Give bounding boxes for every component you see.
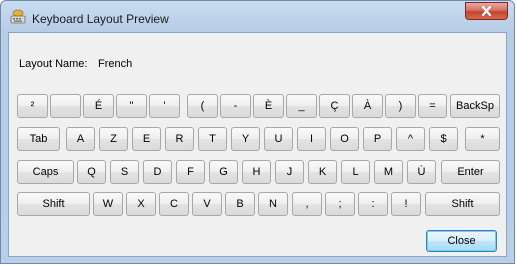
key-asterisk[interactable]: *: [465, 127, 500, 151]
key-j[interactable]: J: [275, 160, 304, 184]
key-exclamation[interactable]: !: [391, 192, 421, 216]
dialog-body: Layout Name: French ² É " ' ( - È _ Ç À …: [8, 32, 507, 257]
key-semicolon[interactable]: ;: [325, 192, 355, 216]
key-k[interactable]: K: [308, 160, 337, 184]
key-c-cedilla[interactable]: Ç: [319, 94, 350, 118]
key-underscore[interactable]: _: [286, 94, 317, 118]
key-f[interactable]: F: [176, 160, 205, 184]
key-equals[interactable]: =: [418, 94, 447, 118]
key-hyphen[interactable]: -: [220, 94, 251, 118]
key-superscript-two[interactable]: ²: [17, 94, 48, 118]
title-bar[interactable]: Keyboard Layout Preview: [1, 1, 514, 33]
key-a[interactable]: A: [66, 127, 95, 151]
key-blank[interactable]: [50, 94, 81, 118]
key-e-acute[interactable]: É: [83, 94, 114, 118]
key-v[interactable]: V: [192, 192, 222, 216]
key-n[interactable]: N: [258, 192, 288, 216]
layout-name-value: French: [98, 58, 133, 70]
key-y[interactable]: Y: [231, 127, 260, 151]
key-left-shift[interactable]: Shift: [17, 192, 90, 216]
keyboard-app-icon: [10, 9, 26, 24]
key-c[interactable]: C: [159, 192, 189, 216]
window-title: Keyboard Layout Preview: [32, 12, 169, 26]
key-comma[interactable]: ,: [292, 192, 322, 216]
key-g[interactable]: G: [209, 160, 238, 184]
key-w[interactable]: W: [93, 192, 123, 216]
key-m[interactable]: M: [374, 160, 403, 184]
key-backspace[interactable]: BackSp: [450, 94, 500, 118]
key-q[interactable]: Q: [77, 160, 106, 184]
close-button[interactable]: Close: [426, 230, 497, 252]
key-o[interactable]: O: [330, 127, 359, 151]
key-enter[interactable]: Enter: [441, 160, 500, 184]
key-p[interactable]: P: [363, 127, 392, 151]
key-u-grave[interactable]: Ù: [407, 160, 436, 184]
key-x[interactable]: X: [126, 192, 156, 216]
key-u[interactable]: U: [264, 127, 293, 151]
key-open-paren[interactable]: (: [187, 94, 218, 118]
key-b[interactable]: B: [225, 192, 255, 216]
key-tab[interactable]: Tab: [17, 127, 60, 151]
key-t[interactable]: T: [198, 127, 227, 151]
key-double-quote[interactable]: ": [116, 94, 147, 118]
key-colon[interactable]: :: [358, 192, 388, 216]
close-icon: [481, 6, 492, 16]
key-h[interactable]: H: [242, 160, 271, 184]
key-dollar[interactable]: $: [429, 127, 458, 151]
key-apostrophe[interactable]: ': [149, 94, 180, 118]
keyboard-layout-preview-window: Keyboard Layout Preview Layout Name: Fre…: [0, 0, 515, 264]
key-i[interactable]: I: [297, 127, 326, 151]
key-l[interactable]: L: [341, 160, 370, 184]
key-caret[interactable]: ^: [396, 127, 425, 151]
key-caps-lock[interactable]: Caps: [17, 160, 74, 184]
key-z[interactable]: Z: [99, 127, 128, 151]
key-a-grave[interactable]: À: [352, 94, 383, 118]
key-d[interactable]: D: [143, 160, 172, 184]
key-right-shift[interactable]: Shift: [425, 192, 500, 216]
layout-name-label: Layout Name:: [19, 58, 88, 70]
key-r[interactable]: R: [165, 127, 194, 151]
window-close-button[interactable]: [465, 2, 508, 20]
key-s[interactable]: S: [110, 160, 139, 184]
key-e[interactable]: E: [132, 127, 161, 151]
key-close-paren[interactable]: ): [385, 94, 416, 118]
key-e-grave[interactable]: È: [253, 94, 284, 118]
